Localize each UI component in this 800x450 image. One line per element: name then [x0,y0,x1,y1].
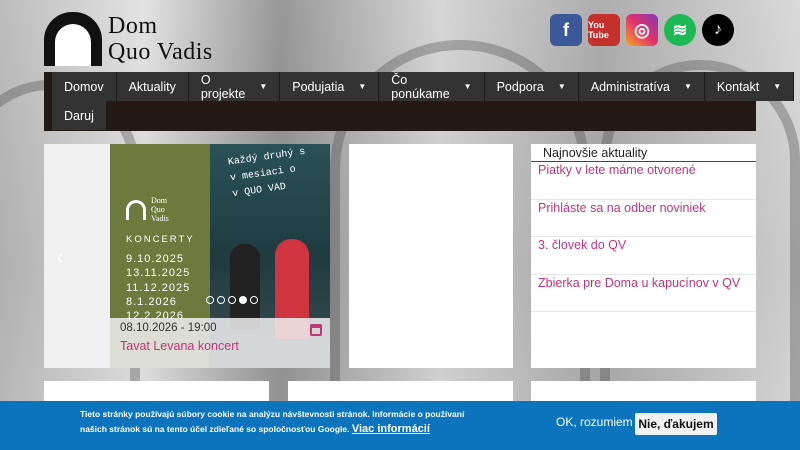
facebook-icon[interactable]: f [550,14,582,46]
social-links: f You Tube ◎ ≋ ♪ [550,14,734,46]
news-item-link[interactable]: Zbierka pre Doma u kapucínov v QV [531,275,756,312]
cookie-banner: Tieto stránky používajú súbory cookie na… [0,401,800,450]
nav-item-kontakt[interactable]: Kontakt ▼ [704,72,795,101]
news-panel: Najnovšie aktuality Piatky v lete máme o… [531,144,756,368]
poster-logo: Dom Quo Vadis [126,196,169,223]
nav-item-podpora[interactable]: Podpora ▼ [484,72,579,101]
slider-prev-arrow-icon[interactable]: ‹ [56,244,63,270]
news-item-link[interactable]: 3. človek do QV [531,237,756,275]
event-date: 08.10.2026 - 19:00 [120,322,217,334]
youtube-icon[interactable]: You Tube [588,14,620,46]
cookie-accept-button[interactable]: OK, rozumiem [556,415,633,429]
instagram-icon[interactable]: ◎ [626,14,658,46]
slider-dot[interactable] [250,296,258,304]
arch-icon [126,199,146,220]
slider-dot[interactable] [228,296,236,304]
calendar-icon [310,324,322,336]
caret-down-icon: ▼ [259,82,268,91]
event-title-link[interactable]: Tavat Levana koncert [120,339,320,353]
nav-item-co-ponukame[interactable]: Čo ponúkame ▼ [379,72,485,101]
caret-down-icon: ▼ [773,82,782,91]
poster-dates: 9.10.2025 13.11.2025 11.12.2025 8.1.2026… [126,253,191,323]
tiktok-icon[interactable]: ♪ [702,14,734,46]
logo-arch-icon [44,12,102,66]
event-caption[interactable]: 08.10.2026 - 19:00 Tavat Levana koncert [110,318,330,368]
slider-dot-active[interactable] [239,296,247,304]
news-heading: Najnovšie aktuality [531,144,756,162]
cookie-more-info-link[interactable]: Viac informácií [352,423,430,435]
news-item-link[interactable]: Prihláste sa na odber noviniek [531,200,756,237]
spotify-icon[interactable]: ≋ [664,14,696,46]
caret-down-icon: ▼ [557,82,566,91]
middle-panel [349,144,513,368]
cookie-decline-button[interactable]: Nie, ďakujem [635,413,717,435]
caret-down-icon: ▼ [463,82,472,91]
slider-dot[interactable] [217,296,225,304]
nav-item-podujatia[interactable]: Podujatia ▼ [280,72,380,101]
logo-line2: Quo Vadis [108,39,213,65]
caret-down-icon: ▼ [358,82,367,91]
slider-dots [206,296,258,304]
nav-item-domov[interactable]: Domov [52,72,117,101]
site-logo[interactable]: Dom Quo Vadis [44,12,213,66]
nav-item-aktuality[interactable]: Aktuality [116,72,189,101]
logo-line1: Dom [108,13,158,39]
main-navigation: Domov Aktuality O projekte ▼ Podujatia ▼ Č… [44,72,795,131]
slider-dot[interactable] [206,296,214,304]
nav-item-daruj[interactable]: Daruj [52,101,107,130]
cookie-text: Tieto stránky používajú súbory cookie na… [80,409,465,435]
poster-title: KONCERTY [126,234,195,245]
nav-item-o-projekte[interactable]: O projekte ▼ [188,72,281,101]
poster-person [230,244,260,329]
nav-item-administrativa[interactable]: Administratíva ▼ [578,72,705,101]
news-item-link[interactable]: Piatky v lete máme otvorené [531,162,756,200]
caret-down-icon: ▼ [683,82,692,91]
